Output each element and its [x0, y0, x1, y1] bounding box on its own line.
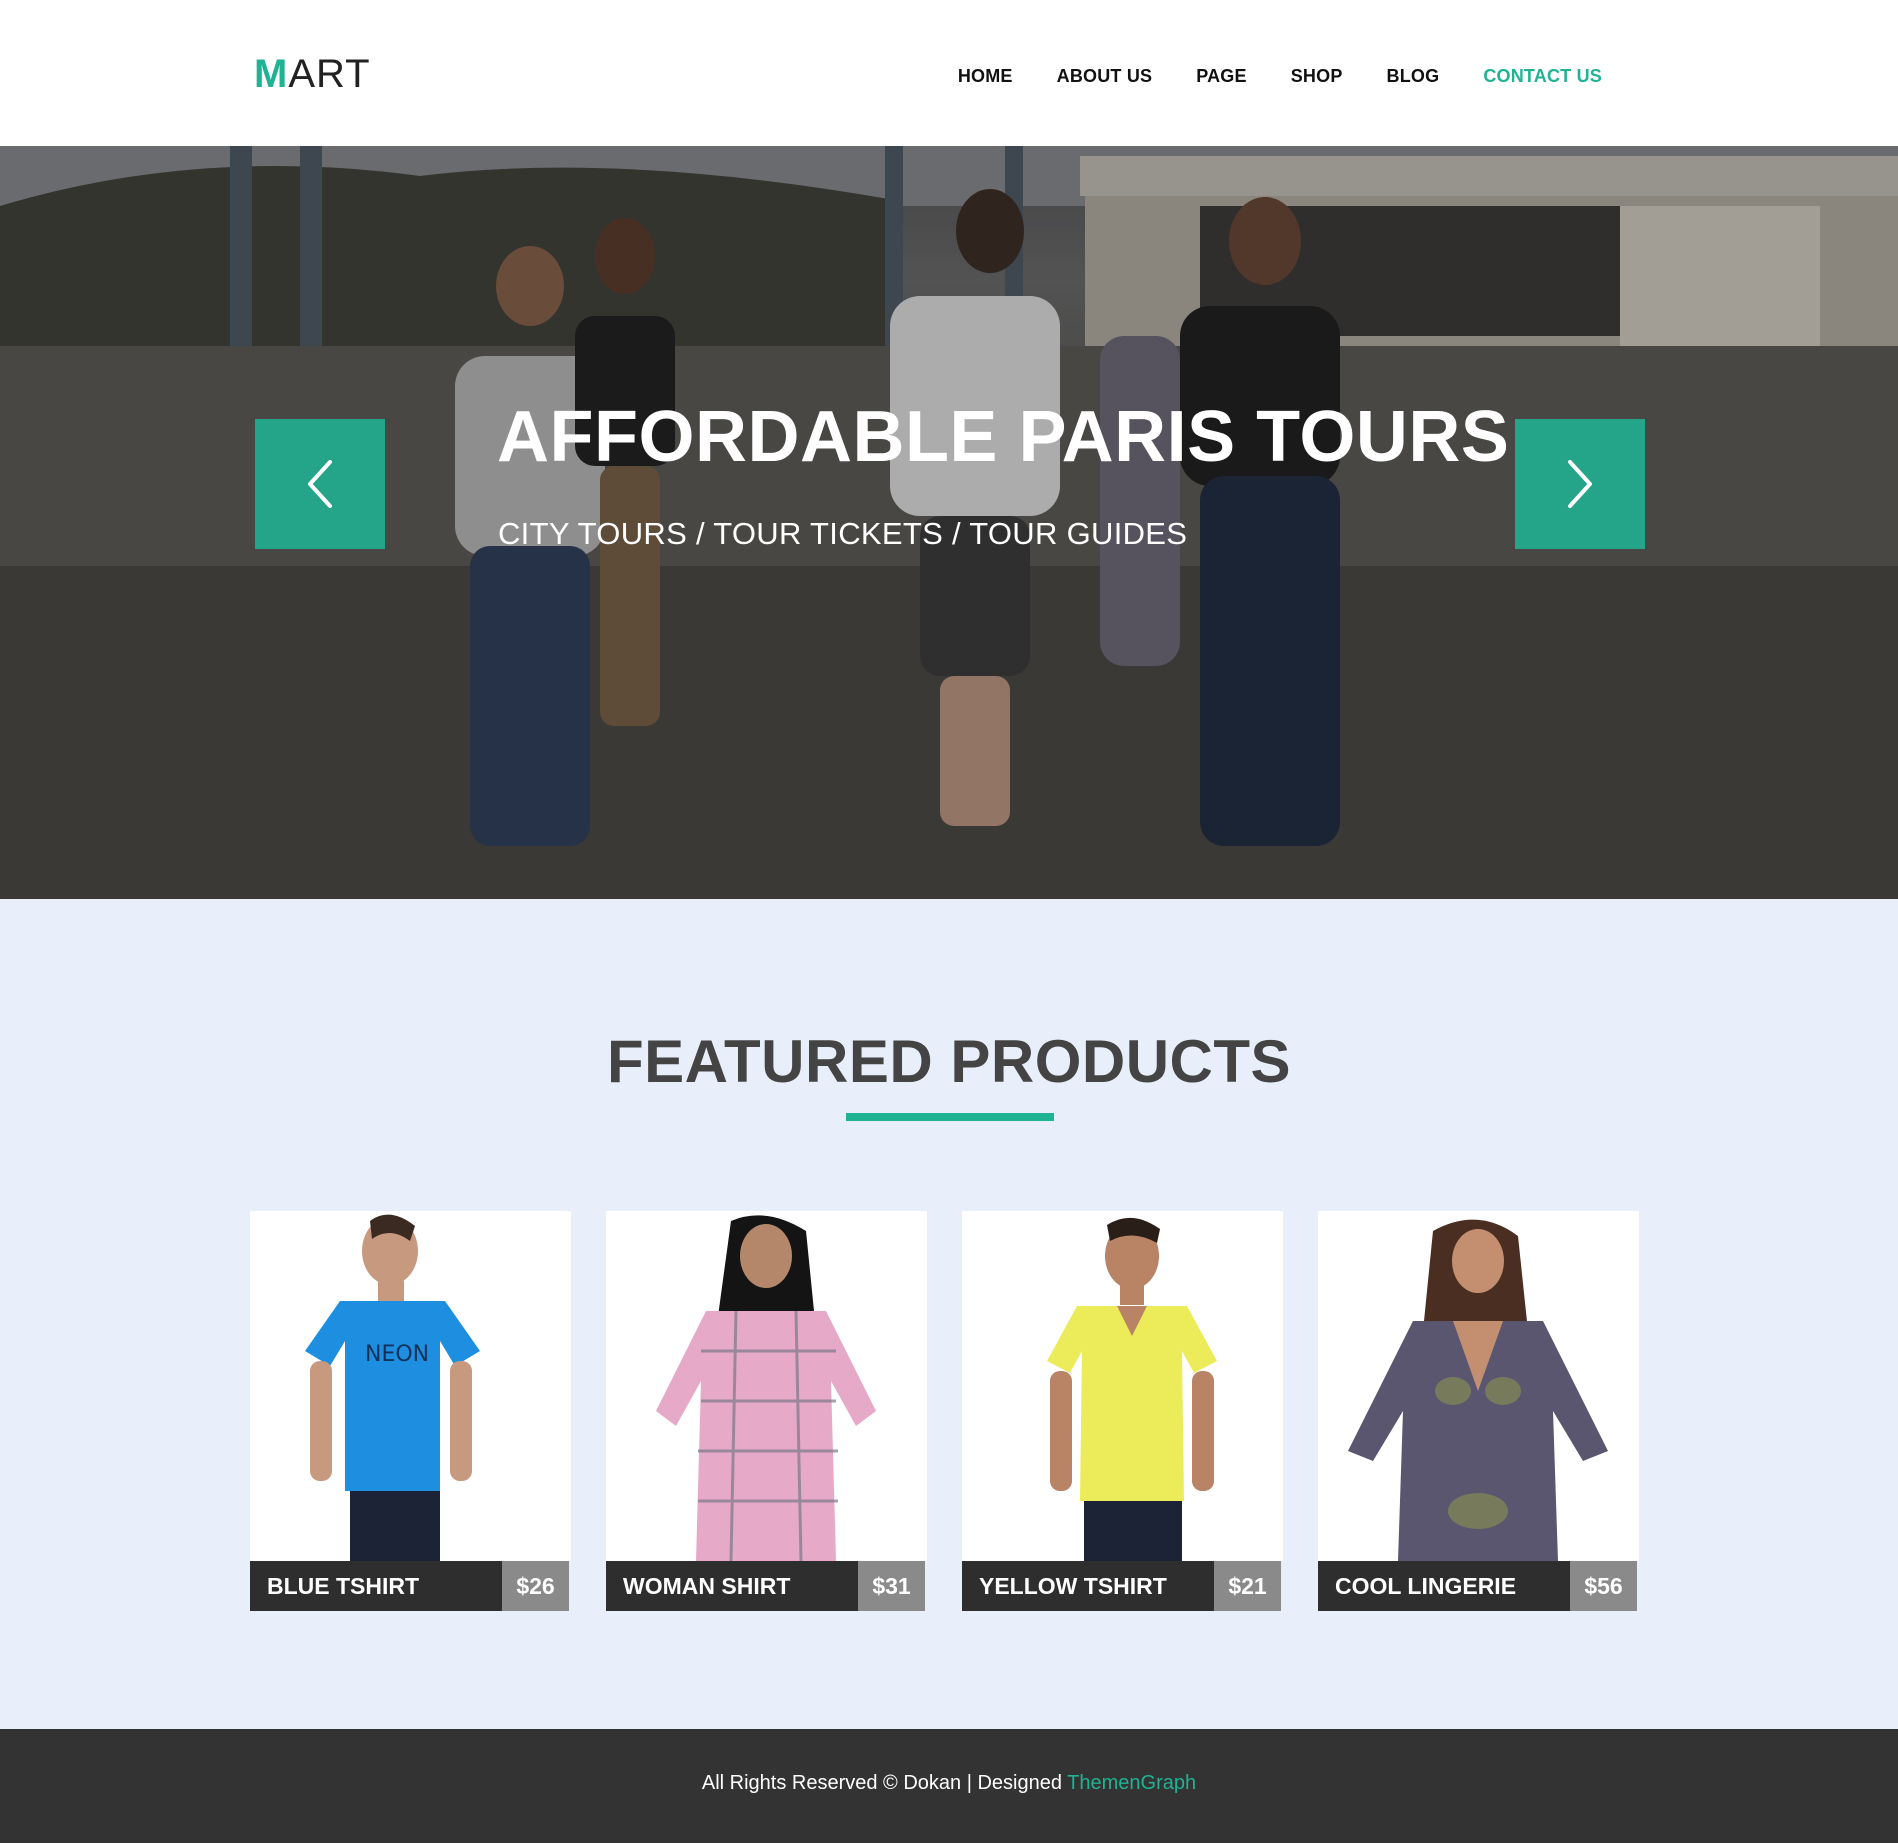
- product-card[interactable]: COOL LINGERIE $56: [1318, 1211, 1639, 1611]
- product-name: COOL LINGERIE: [1335, 1573, 1517, 1599]
- product-photo: NEON: [305, 1214, 480, 1561]
- product-image[interactable]: [606, 1211, 927, 1561]
- product-label-bar: COOL LINGERIE $56: [1318, 1561, 1637, 1611]
- product-image[interactable]: [1318, 1211, 1639, 1561]
- section-title: FEATURED PRODUCTS: [606, 1028, 1292, 1095]
- footer-copyright: All Rights Reserved © Dokan | Designed T…: [0, 1772, 1898, 1795]
- footer-designer-link[interactable]: ThemenGraph: [1067, 1772, 1196, 1794]
- footer-copyright-text: All Rights Reserved © Dokan | Designed: [701, 1772, 1062, 1794]
- product-card[interactable]: NEON BLUE TSHIRT $26: [250, 1211, 571, 1611]
- slider-prev-button[interactable]: [255, 419, 385, 549]
- site-header: MART HOME ABOUT US PAGE SHOP BLOG CONTAC…: [0, 0, 1898, 146]
- hero-slider: AFFORDABLE PARIS TOURS CITY TOURS / TOUR…: [0, 146, 1898, 899]
- nav-item-about-us[interactable]: ABOUT US: [1057, 66, 1153, 87]
- hero-subtitle: CITY TOURS / TOUR TICKETS / TOUR GUIDES: [498, 516, 1188, 551]
- product-name: YELLOW TSHIRT: [979, 1573, 1167, 1599]
- nav-item-home[interactable]: HOME: [958, 66, 1013, 87]
- chevron-left-icon: [308, 460, 332, 508]
- hero-title: AFFORDABLE PARIS TOURS: [497, 397, 1510, 477]
- product-photo: [1348, 1219, 1608, 1561]
- featured-products-section: FEATURED PRODUCTS NEON BLUE TSHIRT $26 W…: [0, 899, 1898, 1729]
- product-photo: [1047, 1217, 1217, 1561]
- svg-text:NEON: NEON: [365, 1342, 429, 1367]
- product-card[interactable]: YELLOW TSHIRT $21: [962, 1211, 1283, 1611]
- chevron-right-icon: [1568, 460, 1592, 508]
- product-price: $31: [858, 1561, 925, 1611]
- product-label-bar: WOMAN SHIRT $31: [606, 1561, 925, 1611]
- product-price: $56: [1570, 1561, 1637, 1611]
- product-name: BLUE TSHIRT: [267, 1573, 420, 1599]
- logo-first-letter: M: [254, 52, 289, 96]
- product-label-bar: BLUE TSHIRT $26: [250, 1561, 569, 1611]
- site-footer: All Rights Reserved © Dokan | Designed T…: [0, 1729, 1898, 1843]
- product-image[interactable]: [962, 1211, 1283, 1561]
- main-nav: HOME ABOUT US PAGE SHOP BLOG CONTACT US: [914, 66, 1602, 87]
- product-card[interactable]: WOMAN SHIRT $31: [606, 1211, 927, 1611]
- product-label-bar: YELLOW TSHIRT $21: [962, 1561, 1281, 1611]
- product-image[interactable]: NEON: [250, 1211, 571, 1561]
- nav-item-page[interactable]: PAGE: [1196, 66, 1246, 87]
- product-price: $26: [502, 1561, 569, 1611]
- nav-item-blog[interactable]: BLOG: [1387, 66, 1440, 87]
- product-price: $21: [1214, 1561, 1281, 1611]
- site-logo[interactable]: MART: [254, 52, 371, 97]
- product-photo: [656, 1215, 876, 1561]
- product-name: WOMAN SHIRT: [623, 1573, 791, 1599]
- logo-rest: ART: [288, 52, 371, 96]
- slider-next-button[interactable]: [1515, 419, 1645, 549]
- nav-item-shop[interactable]: SHOP: [1291, 66, 1343, 87]
- nav-item-contact-us[interactable]: CONTACT US: [1483, 66, 1602, 87]
- title-underline: [846, 1113, 1054, 1121]
